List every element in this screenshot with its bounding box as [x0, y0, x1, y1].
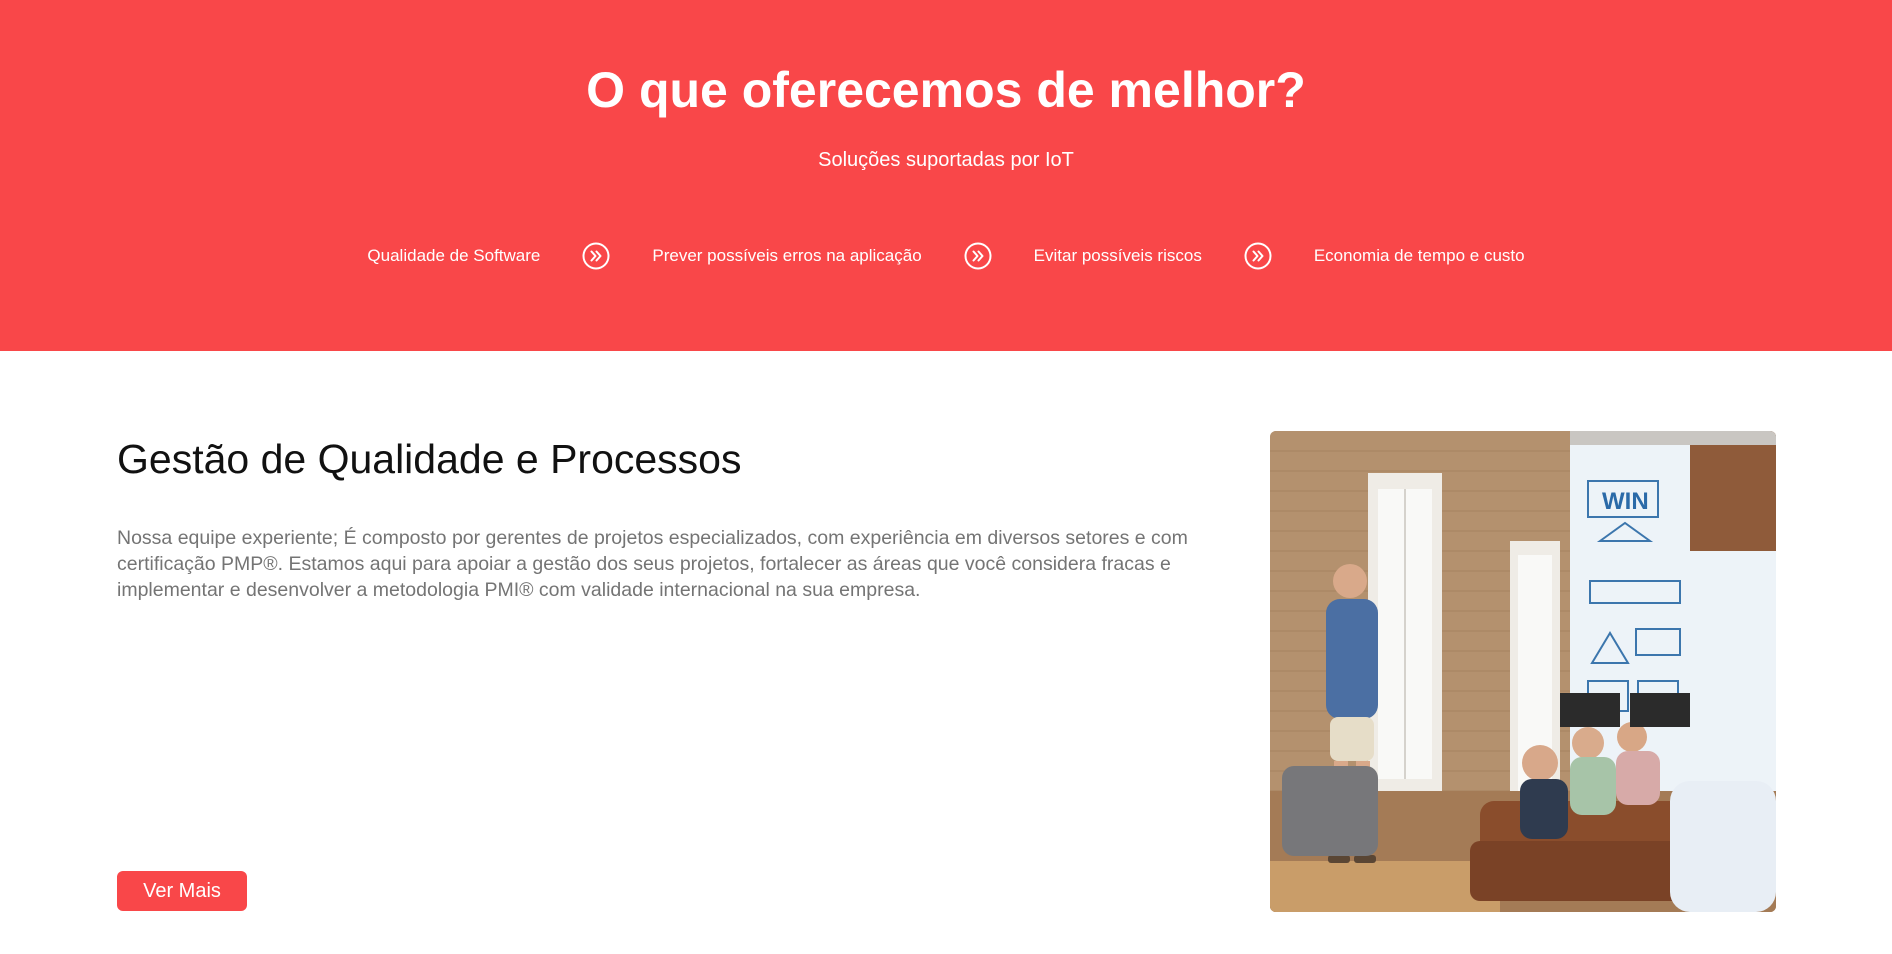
section-title: Gestão de Qualidade e Processos — [117, 436, 742, 482]
double-chevron-right-circle-icon — [1244, 242, 1272, 270]
double-chevron-right-circle-icon — [582, 242, 610, 270]
hero-banner: O que oferecemos de melhor? Soluções sup… — [0, 0, 1892, 351]
feature-item: Prever possíveis erros na aplicação — [652, 246, 922, 265]
service-section: Gestão de Qualidade e Processos Nossa eq… — [0, 351, 1892, 954]
hero-title: O que oferecemos de melhor? — [586, 62, 1306, 118]
feature-item: Qualidade de Software — [367, 246, 541, 265]
svg-text:WIN: WIN — [1602, 488, 1649, 515]
section-description: Nossa equipe experiente; É composto por … — [117, 527, 1188, 601]
team-meeting-photo: WIN — [1270, 431, 1776, 912]
feature-item: Evitar possíveis riscos — [1033, 246, 1202, 265]
double-chevron-right-circle-icon — [964, 242, 992, 270]
ver-mais-button[interactable]: Ver Mais — [117, 871, 247, 911]
feature-item: Economia de tempo e custo — [1313, 246, 1525, 265]
team-meeting-illustration: WIN — [1270, 431, 1776, 912]
feature-list: Qualidade de Software Prever possíveis e… — [0, 236, 1892, 276]
hero-subtitle: Soluções suportadas por IoT — [818, 149, 1074, 171]
